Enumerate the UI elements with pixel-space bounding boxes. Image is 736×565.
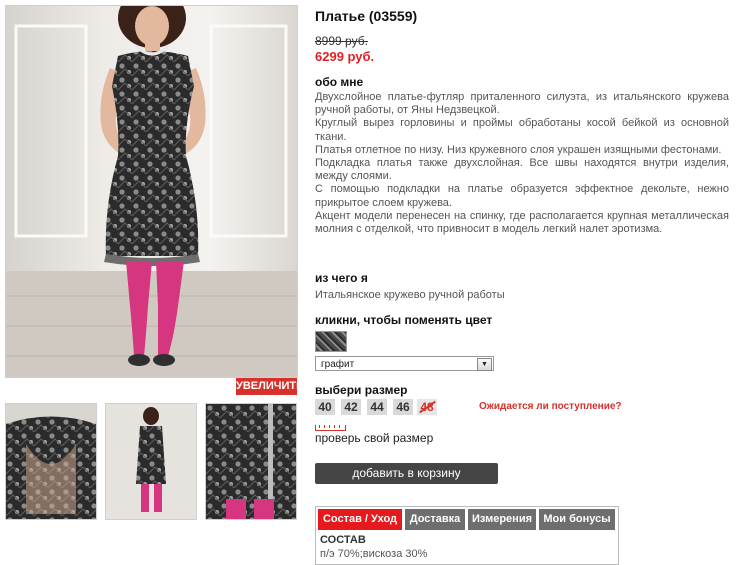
- description-paragraph: Подкладка платья также двухслойная. Все …: [315, 157, 729, 183]
- old-price: 8999 руб.: [315, 34, 368, 48]
- thumbnail-front-view[interactable]: [105, 403, 197, 520]
- notify-availability-link[interactable]: Ожидается ли поступление?: [479, 401, 622, 412]
- tab-delivery[interactable]: Доставка: [405, 509, 465, 530]
- tab-composition-care[interactable]: Состав / Уход: [318, 509, 402, 530]
- color-select-value: графит: [321, 359, 355, 370]
- thumbnail-zipper-detail[interactable]: [205, 403, 297, 520]
- description-paragraph: Платья отлетное по низу. Низ кружевного …: [315, 143, 722, 156]
- thumbnail-back-view[interactable]: [5, 403, 97, 520]
- description-paragraph: Двухслойное платье-футляр приталенного с…: [315, 91, 729, 117]
- thumbnail-front-image: [106, 404, 196, 519]
- product-description: Двухслойное платье-футляр приталенного с…: [315, 91, 729, 236]
- product-title: Платье (03559): [315, 8, 418, 24]
- size-option-48-unavailable[interactable]: 48: [417, 399, 437, 415]
- tab-bonuses[interactable]: Мои бонусы: [539, 509, 615, 530]
- color-select[interactable]: графит ▼: [315, 356, 494, 371]
- size-option-42[interactable]: 42: [341, 399, 361, 415]
- color-heading: кликни, чтобы поменять цвет: [315, 313, 493, 327]
- material-heading: из чего я: [315, 271, 368, 285]
- color-swatch-graphite[interactable]: [315, 331, 347, 352]
- zoom-button[interactable]: УВЕЛИЧИТЬ: [236, 378, 304, 395]
- description-paragraph: Круглый вырез горловины и проймы обработ…: [315, 117, 729, 143]
- thumbnail-zipper-image: [206, 404, 296, 519]
- size-option-44[interactable]: 44: [367, 399, 387, 415]
- size-option-46[interactable]: 46: [393, 399, 413, 415]
- description-paragraph: С помощью подкладки на платье образуется…: [315, 183, 729, 209]
- size-heading: выбери размер: [315, 383, 408, 397]
- add-to-cart-button[interactable]: добавить в корзину: [315, 463, 498, 484]
- tab-measurements[interactable]: Измерения: [468, 509, 536, 530]
- description-paragraph: Акцент модели перенесен на спинку, где р…: [315, 209, 729, 236]
- tab-content-text: п/э 70%;вискоза 30%: [320, 548, 428, 560]
- about-heading: обо мне: [315, 75, 364, 89]
- info-tabs: Состав / Уход Доставка Измерения Мои бон…: [315, 506, 619, 565]
- model-photo-illustration: [6, 6, 297, 377]
- tab-content-heading: СОСТАВ: [320, 534, 366, 546]
- check-size-link[interactable]: проверь свой размер: [315, 431, 433, 445]
- material-text: Итальянское кружево ручной работы: [315, 289, 505, 301]
- main-product-photo[interactable]: [5, 5, 298, 378]
- thumbnail-back-image: [6, 404, 96, 519]
- size-option-40[interactable]: 40: [315, 399, 335, 415]
- chevron-down-icon[interactable]: ▼: [477, 358, 492, 371]
- current-price: 6299 руб.: [315, 49, 375, 64]
